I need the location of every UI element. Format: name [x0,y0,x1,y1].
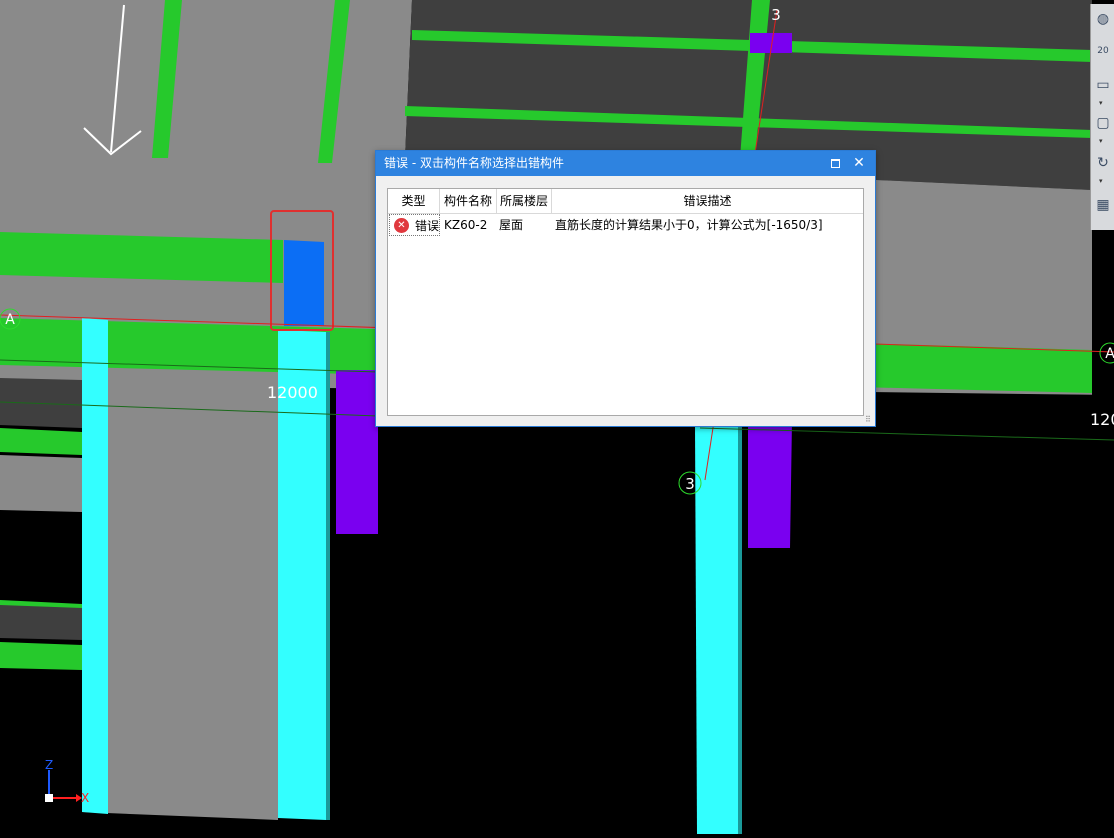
triad-z-label: Z [45,758,54,772]
axis-bubble-mid-label: 3 [685,475,695,493]
row-description: 直筋长度的计算结果小于0，计算公式为[-1650/3] [555,218,823,232]
beam-left-b [0,428,82,455]
box-view-icon[interactable]: ▭ [1093,74,1113,96]
upper-slab [0,0,412,158]
row-floor: 屋面 [499,218,524,232]
column-header-name[interactable]: 构件名称 [440,189,497,213]
grid-icon[interactable]: ▦ [1093,194,1113,216]
table-row[interactable]: ✕ 错误 KZ60-2 屋面 直筋长度的计算结果小于0，计算公式为[-1650/… [388,214,863,236]
zoom-2d-icon[interactable]: 20 [1093,40,1113,62]
column-center-shade [326,332,330,820]
purple-column-left [336,370,378,534]
resize-grip[interactable]: ⠿ [865,416,873,424]
column-center [278,330,326,820]
chevron-down-icon[interactable]: ▾ [1099,138,1109,145]
column-header-floor[interactable]: 所属楼层 [497,189,552,213]
cube-view-icon[interactable]: ▢ [1093,112,1113,134]
dimension-label-right: 120 [1090,410,1114,429]
column-right-shade [738,425,742,834]
row-type-cell[interactable]: ✕ 错误 [389,214,440,236]
axis-bubble-left-label: A [5,312,15,328]
column-left [82,318,108,814]
dialog-titlebar[interactable]: 错误 - 双击构件名称选择出错构件 ✕ [376,151,875,176]
triad-x-label: X [81,791,90,805]
beam-left-d [0,642,82,670]
rotate-icon[interactable]: ↻ [1093,152,1113,174]
axis-bubble-top-label: 3 [771,6,781,24]
dark-slab-left-lower [0,378,82,428]
dialog-title: 错误 - 双击构件名称选择出错构件 [384,156,564,170]
zoom-label: 20 [1097,46,1109,56]
row-component-name[interactable]: KZ60-2 [444,214,487,236]
dark-slab-left-lower-2 [0,605,82,640]
table-header: 类型 构件名称 所属楼层 错误描述 [388,189,863,214]
dimension-label-left: 12000 [267,383,318,402]
axis-bubble-right-label: A [1105,346,1114,362]
chevron-down-icon[interactable]: ▾ [1099,100,1109,107]
purple-column-right [748,420,792,548]
chevron-down-icon[interactable]: ▾ [1099,178,1109,185]
column-header-type[interactable]: 类型 [388,189,440,213]
error-dialog: 错误 - 双击构件名称选择出错构件 ✕ 类型 构件名称 所属楼层 错误描述 ✕ … [375,150,876,427]
wall-lower-left [0,455,82,512]
globe-icon[interactable]: ◍ [1093,8,1113,30]
triad-origin [45,794,53,802]
maximize-icon[interactable] [825,154,845,173]
error-table: 类型 构件名称 所属楼层 错误描述 ✕ 错误 KZ60-2 屋面 直筋长度的计算… [387,188,864,416]
beam-left-a [0,232,283,283]
column-right [695,425,738,834]
wall-lower [82,380,278,820]
highlight-column[interactable] [284,240,324,326]
close-icon[interactable]: ✕ [849,154,869,173]
row-type: 错误 [415,219,440,233]
view-toolbar: ◍ 20 ▭ ▾ ▢ ▾ ↻ ▾ ▦ [1090,4,1114,230]
error-icon: ✕ [394,218,409,233]
column-header-desc[interactable]: 错误描述 [552,189,863,213]
